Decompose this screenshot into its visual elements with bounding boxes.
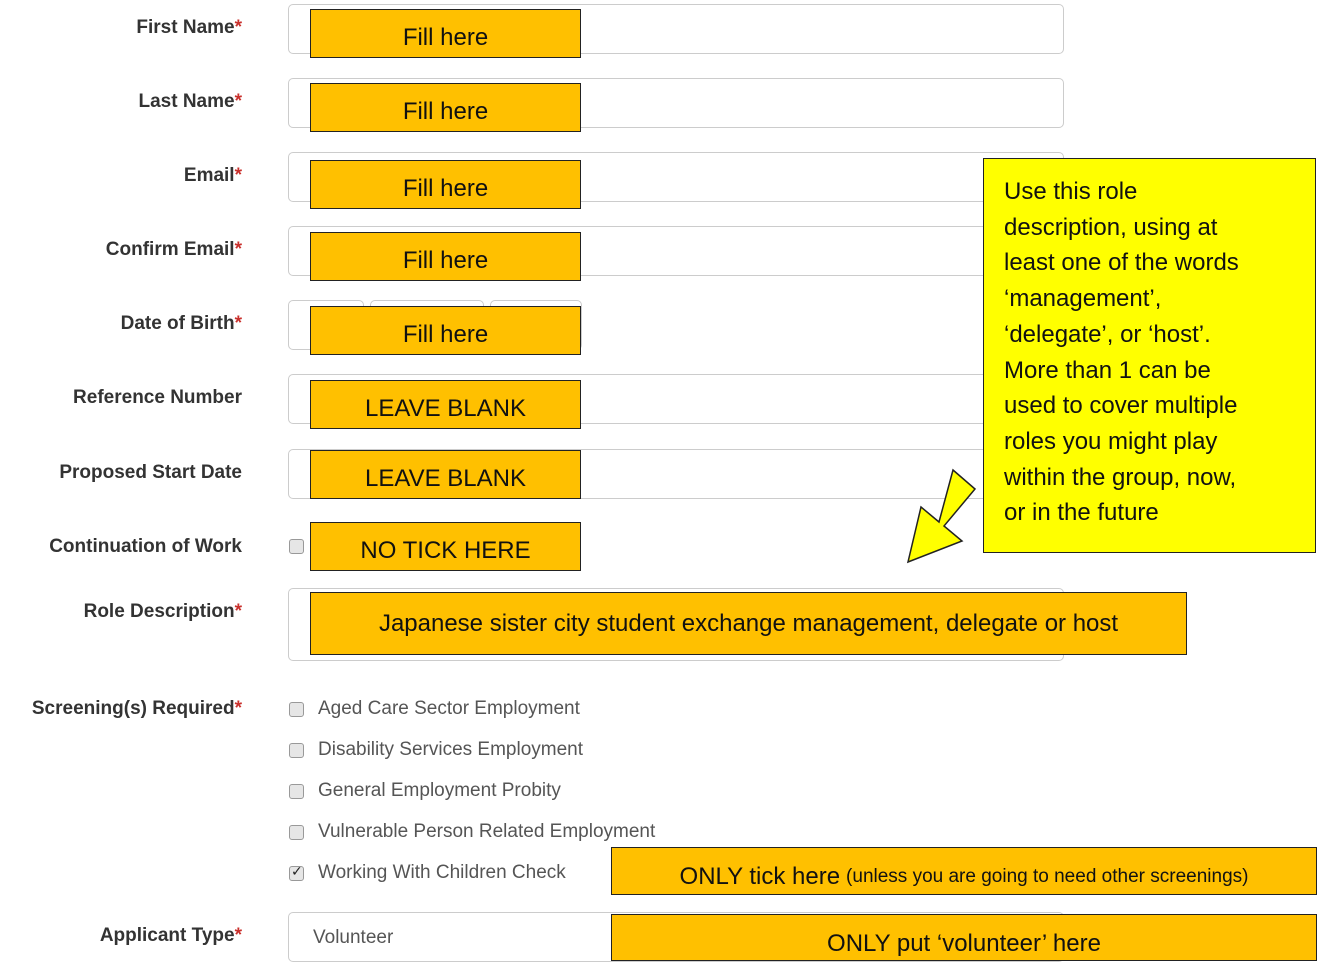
continuation-of-work-label: Continuation of Work (49, 536, 242, 557)
only-tick-note: ONLY tick here (unless you are going to n… (611, 847, 1317, 895)
fill-here-confirm-email-note: Fill here (310, 232, 581, 281)
last-name-label: Last Name* (138, 91, 242, 112)
screening-checkbox-aged-care[interactable] (289, 702, 304, 717)
only-volunteer-note: ONLY put ‘volunteer’ here (611, 914, 1317, 961)
leave-blank-reference-note: LEAVE BLANK (310, 380, 581, 429)
email-label: Email* (183, 165, 242, 186)
screening-label-probity: General Employment Probity (318, 780, 561, 801)
callout-line: ‘management’, (1004, 285, 1162, 313)
screening-label-disability: Disability Services Employment (318, 739, 584, 760)
confirm-email-label: Confirm Email* (105, 239, 242, 260)
callout-line: roles you might play (1004, 427, 1218, 455)
callout-line: ‘delegate’, or ‘host’. (1004, 320, 1211, 348)
screening-checkbox-disability[interactable] (289, 743, 304, 758)
fill-here-last-name-note: Fill here (310, 83, 581, 132)
fill-here-first-name-note: Fill here (310, 9, 581, 58)
continuation-of-work-checkbox[interactable] (289, 539, 304, 554)
screening-checkbox-probity[interactable] (289, 784, 304, 799)
screening-label-vulnerable: Vulnerable Person Related Employment (318, 821, 656, 842)
screenings-required-label: Screening(s) Required* (31, 698, 242, 719)
callout-line: or in the future (1004, 499, 1159, 527)
fill-here-email-note: Fill here (310, 160, 581, 209)
no-tick-note: NO TICK HERE (310, 522, 581, 571)
screening-checkbox-wwcc[interactable] (289, 863, 304, 881)
role-description-note: Japanese sister city student exchange ma… (310, 592, 1187, 655)
proposed-start-date-label: Proposed Start Date (59, 462, 242, 483)
callout-line: Use this role (1004, 178, 1138, 205)
applicant-type-value: Volunteer (313, 927, 394, 948)
fill-here-dob-note: Fill here (310, 306, 581, 355)
reference-number-label: Reference Number (73, 387, 242, 408)
callout-line: least one of the words (1004, 249, 1239, 277)
role-description-label: Role Description* (83, 601, 242, 622)
only-tick-sub-text: (unless you are going to need other scre… (846, 866, 1249, 887)
screening-label-wwcc: Working With Children Check (318, 862, 566, 883)
callout-line: within the group, now, (1004, 463, 1237, 491)
only-tick-main-text: ONLY tick here (679, 863, 841, 890)
callout-line: used to cover multiple (1004, 392, 1238, 420)
applicant-type-label: Applicant Type* (99, 925, 242, 946)
role-description-callout: Use this role description, using at leas… (983, 158, 1316, 553)
screening-label-aged-care: Aged Care Sector Employment (318, 698, 580, 719)
date-of-birth-label: Date of Birth* (120, 313, 242, 334)
screening-checkbox-vulnerable[interactable] (289, 825, 304, 840)
leave-blank-start-date-note: LEAVE BLANK (310, 450, 581, 499)
callout-line: More than 1 can be (1004, 356, 1211, 384)
first-name-label: First Name* (136, 17, 242, 38)
callout-line: description, using at (1004, 213, 1218, 241)
